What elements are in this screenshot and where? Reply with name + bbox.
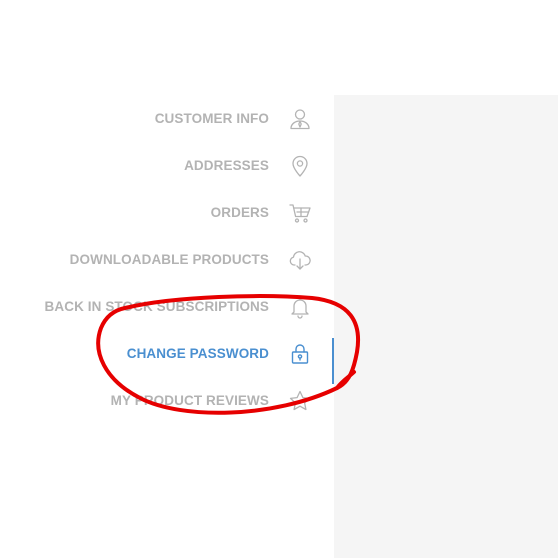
cart-icon: [288, 201, 312, 225]
nav-item-downloadable-products[interactable]: DOWNLOADABLE PRODUCTS: [0, 236, 334, 283]
nav-item-label: CUSTOMER INFO: [154, 111, 269, 126]
bell-icon: [288, 295, 312, 319]
nav-item-label: DOWNLOADABLE PRODUCTS: [69, 252, 269, 267]
nav-item-label: ADDRESSES: [184, 158, 269, 173]
content-panel: [334, 95, 558, 558]
user-icon: [288, 107, 312, 131]
star-icon: [288, 389, 312, 413]
nav-item-label: MY PRODUCT REVIEWS: [110, 393, 269, 408]
map-pin-icon: [288, 154, 312, 178]
lock-icon: [288, 342, 312, 366]
account-navigation: CUSTOMER INFO ADDRESSES ORDERS DOWNLOADA…: [0, 95, 334, 425]
nav-item-customer-info[interactable]: CUSTOMER INFO: [0, 95, 334, 142]
nav-item-change-password[interactable]: CHANGE PASSWORD: [0, 330, 334, 384]
nav-item-addresses[interactable]: ADDRESSES: [0, 142, 334, 189]
nav-item-label: ORDERS: [210, 205, 269, 220]
nav-item-orders[interactable]: ORDERS: [0, 189, 334, 236]
cloud-download-icon: [288, 248, 312, 272]
nav-item-my-product-reviews[interactable]: MY PRODUCT REVIEWS: [0, 377, 334, 424]
nav-item-label: CHANGE PASSWORD: [126, 346, 269, 361]
nav-item-back-in-stock-subscriptions[interactable]: BACK IN STOCK SUBSCRIPTIONS: [0, 283, 334, 330]
nav-item-label: BACK IN STOCK SUBSCRIPTIONS: [44, 299, 269, 314]
